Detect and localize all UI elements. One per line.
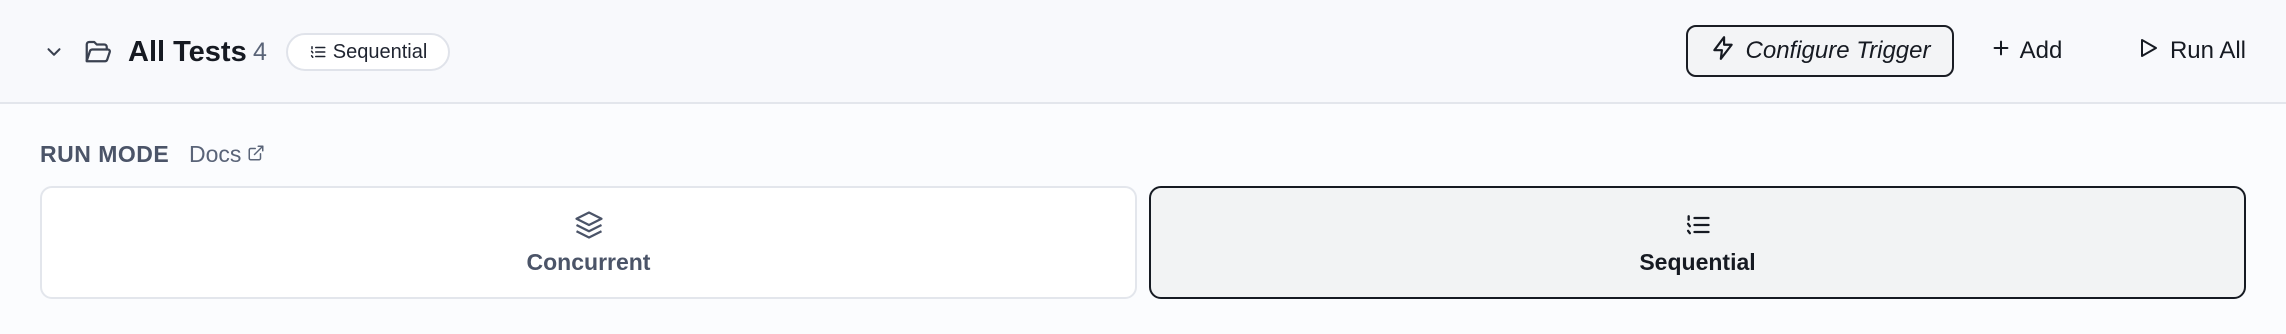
list-ordered-icon <box>309 43 327 61</box>
folder-open-icon <box>82 36 114 68</box>
configure-trigger-button[interactable]: Configure Trigger <box>1686 25 1954 77</box>
list-ordered-icon <box>1682 209 1714 241</box>
run-mode-badge: Sequential <box>286 33 450 71</box>
sequential-label: Sequential <box>1639 248 1756 275</box>
run-mode-option-sequential[interactable]: Sequential <box>1149 186 2246 299</box>
configure-trigger-label: Configure Trigger <box>1745 37 1931 64</box>
suite-title: All Tests <box>128 36 247 68</box>
test-suite-panel: All Tests 4 Sequential Configure Trigger… <box>0 0 2286 334</box>
concurrent-label: Concurrent <box>526 248 651 275</box>
add-button[interactable]: Add <box>1984 25 2068 77</box>
play-icon <box>2136 36 2160 67</box>
layers-icon <box>573 209 605 241</box>
external-link-icon <box>247 138 265 170</box>
run-mode-option-concurrent[interactable]: Concurrent <box>40 186 1137 299</box>
add-label: Add <box>2019 37 2063 64</box>
docs-link-label: Docs <box>189 141 242 167</box>
run-mode-heading: RUN MODE <box>40 141 170 167</box>
lightning-icon <box>1710 35 1736 68</box>
chevron-down-icon[interactable] <box>40 38 68 66</box>
run-mode-badge-label: Sequential <box>332 40 428 63</box>
suite-header: All Tests 4 Sequential Configure Trigger… <box>0 0 2286 104</box>
docs-link[interactable]: Docs <box>189 138 265 170</box>
test-count: 4 <box>253 38 267 66</box>
run-all-label: Run All <box>2169 37 2247 64</box>
run-all-button[interactable]: Run All <box>2112 25 2270 77</box>
plus-icon <box>1990 37 2012 66</box>
